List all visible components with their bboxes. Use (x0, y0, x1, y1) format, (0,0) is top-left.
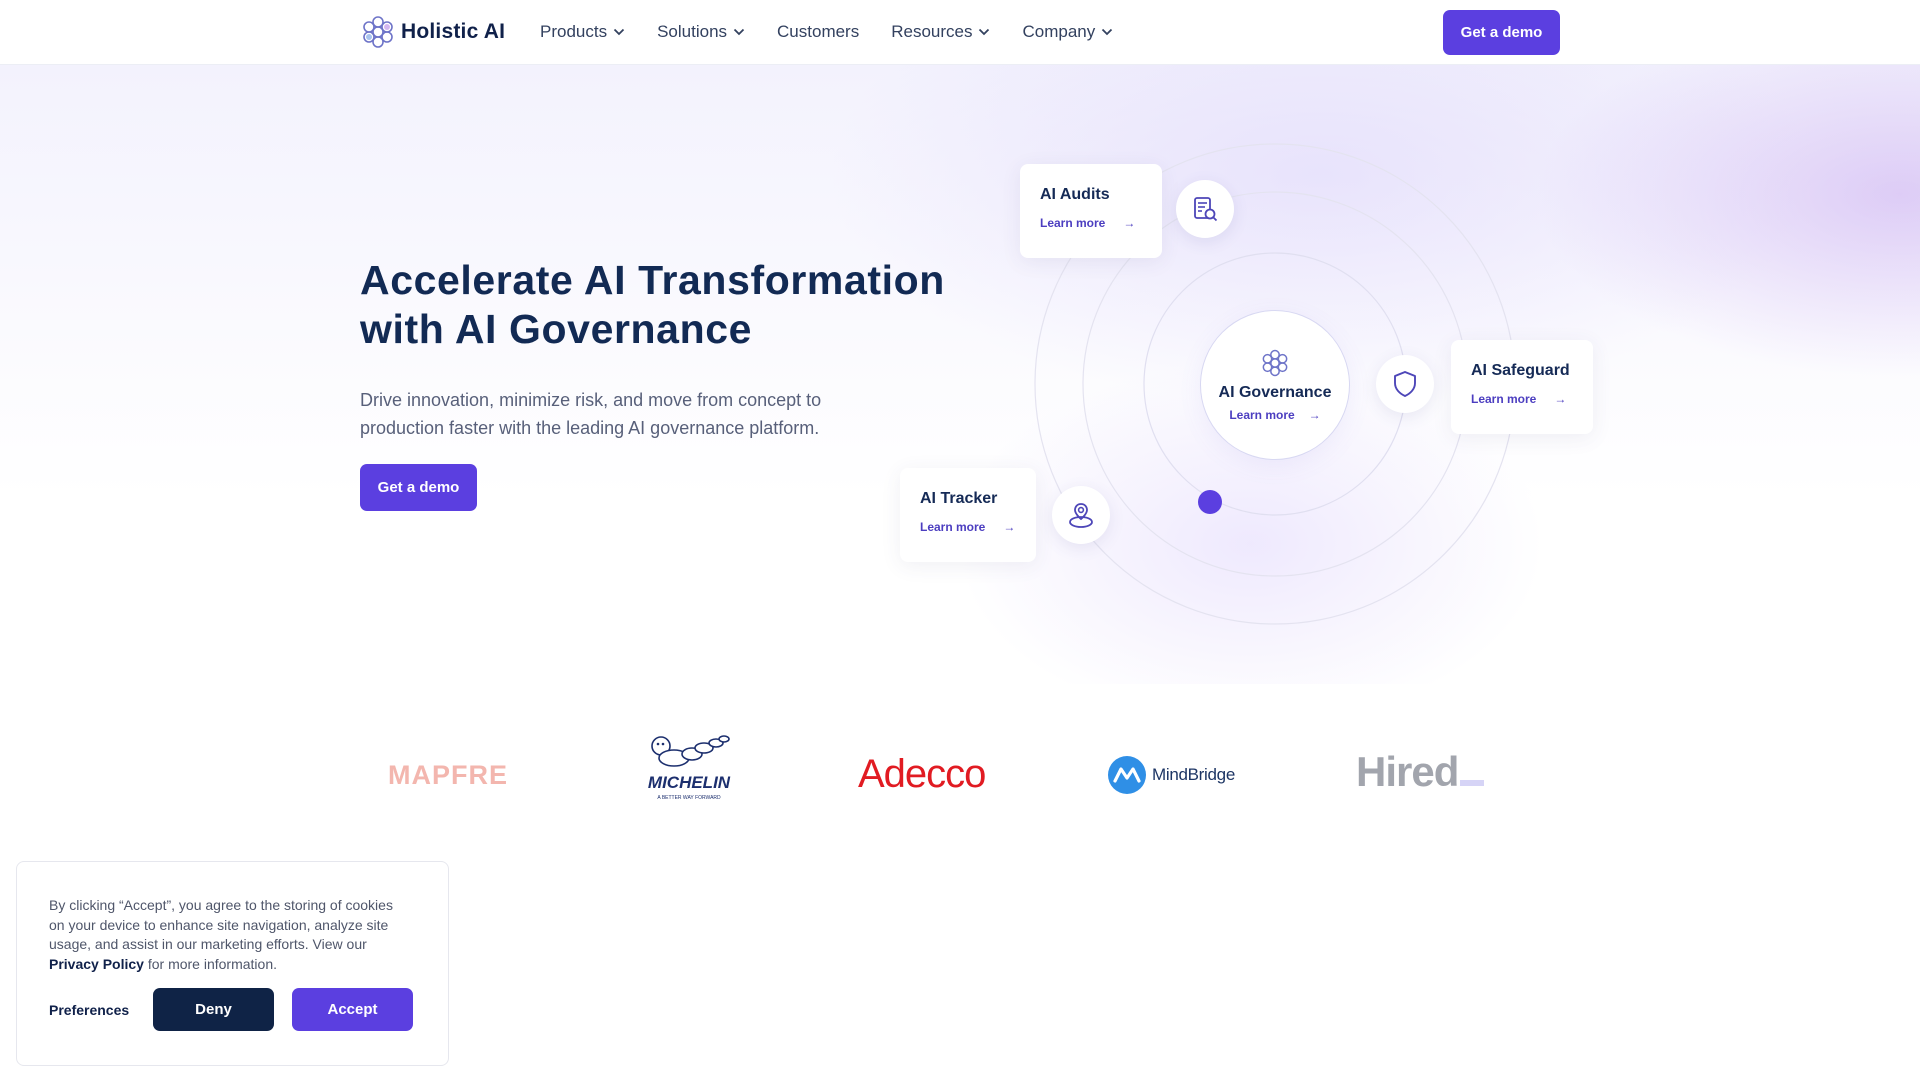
hero-subtitle-line-2: production faster with the leading AI go… (360, 418, 820, 438)
ai-safeguard-icon-bubble (1376, 355, 1434, 413)
customer-logos: MAPFRE MICHELIN A BETTER WAY FORWARD Ade… (0, 730, 1920, 830)
document-search-icon (1194, 197, 1218, 222)
nav-resources-label: Resources (891, 22, 973, 41)
cookie-preferences-button[interactable]: Preferences (49, 1002, 129, 1018)
orbit-dot (1198, 490, 1222, 514)
cookie-message: By clicking “Accept”, you agree to the s… (49, 896, 429, 974)
learn-more-label: Learn more (1229, 408, 1295, 422)
nav-customers[interactable]: Customers (777, 22, 859, 42)
arrow-right-icon: → (1554, 392, 1567, 406)
hero-subtitle-line-1: Drive innovation, minimize risk, and mov… (360, 390, 822, 410)
adecco-logo: Adecco (858, 752, 986, 796)
brand-logo[interactable]: Holistic AI (360, 14, 505, 50)
ai-tracker-icon-bubble (1052, 486, 1110, 544)
hero-get-demo-button[interactable]: Get a demo (360, 464, 477, 511)
learn-more-label: Learn more (1040, 216, 1106, 230)
ai-safeguard-title: AI Safeguard (1471, 362, 1570, 379)
ai-tracker-card[interactable]: AI Tracker Learn more → (900, 468, 1036, 562)
nav-products-label: Products (540, 22, 608, 41)
ai-governance-hub[interactable]: AI Governance Learn more → (1200, 310, 1350, 460)
mindbridge-wordmark: MindBridge (1152, 765, 1235, 784)
ai-governance-learn-more-link[interactable]: Learn more → (1229, 408, 1320, 422)
cookie-message-line-3: usage, and assist in our marketing effor… (49, 936, 367, 952)
ai-audits-card[interactable]: AI Audits Learn more → (1020, 164, 1162, 258)
ai-audits-title: AI Audits (1040, 186, 1110, 203)
cookie-accept-button[interactable]: Accept (292, 988, 413, 1031)
brand-name: Holistic AI (401, 20, 506, 43)
michelin-logo: MICHELIN A BETTER WAY FORWARD (632, 730, 746, 804)
arrow-right-icon: → (1123, 216, 1136, 230)
chevron-down-icon (613, 28, 625, 36)
learn-more-label: Learn more (1471, 392, 1537, 406)
holistic-ai-logo-icon (1262, 349, 1288, 377)
mindbridge-logo: MindBridge (1108, 756, 1235, 794)
nav-products[interactable]: Products (540, 22, 625, 42)
learn-more-label: Learn more (920, 520, 986, 534)
nav-resources[interactable]: Resources (891, 22, 990, 42)
nav-customers-label: Customers (777, 22, 860, 41)
hero-title-line-2: with AI Governance (360, 306, 753, 352)
shield-icon (1394, 371, 1416, 397)
governance-diagram: AI Governance Learn more → AI Audits Lea… (900, 130, 1600, 650)
cookie-message-line-1: By clicking “Accept”, you agree to the s… (49, 897, 393, 913)
location-pin-icon (1069, 503, 1093, 528)
hired-logo: Hired (1356, 748, 1485, 796)
cookie-deny-button[interactable]: Deny (153, 988, 274, 1031)
cookie-message-tail: for more information. (147, 955, 278, 972)
michelin-man-icon: MICHELIN A BETTER WAY FORWARD (648, 735, 731, 801)
header-get-demo-button[interactable]: Get a demo (1443, 10, 1560, 55)
michelin-wordmark: MICHELIN (648, 773, 731, 792)
hero-title: Accelerate AI Transformation with AI Gov… (360, 256, 945, 354)
cookie-consent-banner: By clicking “Accept”, you agree to the s… (16, 861, 449, 1066)
holistic-ai-logo-icon (363, 16, 393, 48)
michelin-tagline: A BETTER WAY FORWARD (657, 795, 721, 801)
hero-subtitle: Drive innovation, minimize risk, and mov… (360, 386, 880, 442)
ai-tracker-title: AI Tracker (920, 490, 998, 507)
arrow-right-icon: → (1308, 408, 1321, 422)
nav-solutions-label: Solutions (657, 22, 728, 41)
ai-governance-title: AI Governance (1218, 384, 1332, 401)
cookie-message-line-4: Privacy Policy for more information. (49, 955, 429, 975)
chevron-down-icon (1102, 28, 1113, 36)
chevron-down-icon (733, 28, 745, 36)
ai-audits-learn-more-link[interactable]: Learn more → (1040, 216, 1135, 230)
privacy-policy-link[interactable]: Privacy Policy (49, 956, 144, 972)
mapfre-logo: MAPFRE (388, 760, 508, 790)
hired-wordmark: Hired (1356, 748, 1459, 795)
ai-safeguard-card[interactable]: AI Safeguard Learn more → (1451, 340, 1593, 434)
nav-company-label: Company (1022, 22, 1096, 41)
nav-solutions[interactable]: Solutions (657, 22, 745, 42)
ai-tracker-learn-more-link[interactable]: Learn more → (920, 520, 1015, 534)
ai-audits-icon-bubble (1176, 180, 1234, 238)
main-menu: Products Solutions Customers Resources C… (540, 22, 1145, 42)
mindbridge-mark-icon (1108, 756, 1146, 794)
nav-company[interactable]: Company (1022, 22, 1113, 42)
top-navigation: Holistic AI Products Solutions Customers… (0, 0, 1920, 65)
arrow-right-icon: → (1003, 520, 1016, 534)
hero-title-line-1: Accelerate AI Transformation (360, 257, 945, 303)
ai-safeguard-learn-more-link[interactable]: Learn more → (1471, 392, 1566, 406)
hired-underscore-mark (1460, 780, 1485, 786)
chevron-down-icon (979, 28, 990, 36)
cookie-message-line-2: on your device to enhance site navigatio… (49, 916, 389, 933)
